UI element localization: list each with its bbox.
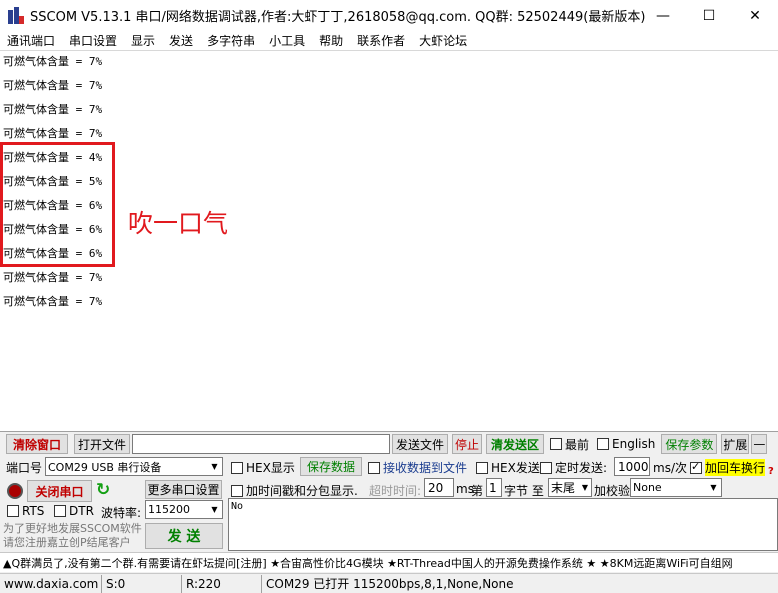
baud-label: 波特率: bbox=[101, 506, 142, 520]
save-data-button[interactable]: 保存数据 bbox=[300, 457, 362, 476]
highlight-box bbox=[0, 142, 115, 267]
main-toolbar: 清除窗口 打开文件 发送文件 停止 清发送区 最前 English 保存参数 扩… bbox=[0, 433, 778, 455]
annotation-label: 吹一口气 bbox=[128, 209, 229, 238]
chevron-down-icon: ▼ bbox=[211, 505, 218, 514]
recv-to-file-checkbox[interactable]: 接收数据到文件 bbox=[368, 459, 467, 476]
checkbox-icon bbox=[54, 505, 66, 517]
menu-bar: 通讯端口 串口设置 显示 发送 多字符串 小工具 帮助 联系作者 大虾论坛 bbox=[0, 31, 778, 51]
checksum-select[interactable]: None ▼ bbox=[630, 478, 722, 497]
topmost-checkbox[interactable]: 最前 bbox=[550, 436, 589, 453]
file-path-input[interactable] bbox=[132, 434, 390, 454]
send-file-button[interactable]: 发送文件 bbox=[392, 434, 448, 454]
save-params-button[interactable]: 保存参数 bbox=[661, 434, 718, 454]
port-select[interactable]: COM29 USB 串行设备 ▼ bbox=[45, 457, 223, 476]
received-count: R:220 bbox=[182, 574, 262, 593]
help-icon[interactable]: ? bbox=[768, 466, 774, 477]
port-label: 端口号 bbox=[6, 461, 43, 475]
menu-multi-string[interactable]: 多字符串 bbox=[200, 32, 262, 49]
checkbox-icon bbox=[476, 461, 488, 474]
promo-text[interactable]: 为了更好地发展SSCOM软件 请您注册嘉立创P结尾客户 bbox=[3, 522, 143, 550]
checkbox-icon bbox=[550, 438, 562, 450]
interval-input[interactable]: 1000 bbox=[614, 457, 650, 476]
baud-select[interactable]: 115200 ▼ bbox=[145, 500, 223, 519]
timestamp-checkbox[interactable]: 加时间戳和分包显示. bbox=[231, 482, 358, 499]
sscom-logo-icon bbox=[8, 6, 24, 25]
timed-send-checkbox[interactable]: 定时发送: bbox=[540, 459, 607, 476]
send-input[interactable]: No bbox=[228, 498, 778, 551]
close-port-button[interactable]: 关闭串口 bbox=[27, 480, 92, 502]
timeout-label: 超时时间: bbox=[369, 484, 422, 498]
timeout-input[interactable]: 20 bbox=[424, 478, 454, 497]
dtr-checkbox[interactable]: DTR bbox=[54, 504, 94, 518]
append-crlf-checkbox[interactable]: 加回车换行 bbox=[690, 459, 766, 476]
checkbox-icon bbox=[231, 461, 243, 474]
menu-daxia-forum[interactable]: 大虾论坛 bbox=[412, 32, 474, 49]
output-line: 可燃气体含量 = 7% bbox=[3, 295, 103, 308]
checkbox-checked-icon bbox=[690, 460, 702, 474]
status-bar: www.daxia.com S:0 R:220 COM29 已打开 115200… bbox=[0, 573, 778, 593]
byte-index-input[interactable]: 1 bbox=[486, 478, 502, 497]
menu-comm-port[interactable]: 通讯端口 bbox=[0, 32, 62, 49]
checkbox-icon bbox=[231, 484, 243, 497]
website-link[interactable]: www.daxia.com bbox=[0, 574, 102, 593]
checksum-label: 加校验 bbox=[594, 484, 631, 498]
open-file-button[interactable]: 打开文件 bbox=[74, 434, 130, 454]
interval-unit: ms/次 bbox=[653, 461, 687, 475]
output-line: 可燃气体含量 = 7% bbox=[3, 271, 103, 284]
window-title: SSCOM V5.13.1 串口/网络数据调试器,作者:大虾丁丁,2618058… bbox=[30, 10, 646, 25]
port-status-light-icon bbox=[7, 483, 23, 499]
byte-end-select[interactable]: 末尾 ▼ bbox=[548, 478, 592, 497]
clear-send-button[interactable]: 清发送区 bbox=[486, 434, 544, 454]
chevron-down-icon: ▼ bbox=[710, 483, 717, 492]
hex-display-checkbox[interactable]: HEX显示 bbox=[231, 459, 295, 476]
hex-send-checkbox[interactable]: HEX发送 bbox=[476, 459, 540, 476]
english-checkbox[interactable]: English bbox=[597, 437, 655, 451]
chevron-down-icon: ▼ bbox=[581, 483, 589, 492]
checkbox-icon bbox=[540, 461, 552, 474]
checkbox-icon bbox=[7, 505, 19, 517]
refresh-icon[interactable]: ↻ bbox=[96, 480, 110, 500]
output-line: 可燃气体含量 = 7% bbox=[3, 103, 103, 116]
checkbox-icon bbox=[368, 461, 380, 474]
chevron-down-icon: ▼ bbox=[211, 462, 218, 471]
menu-serial-settings[interactable]: 串口设置 bbox=[62, 32, 124, 49]
byte-to-label: 字节 至 bbox=[504, 484, 544, 498]
close-button[interactable]: ✕ bbox=[732, 0, 778, 31]
news-ticker[interactable]: ▲Q群满员了,没有第二个群.有需要请在虾坛提问[注册] ★合宙高性价比4G模块 … bbox=[0, 552, 778, 572]
menu-contact-author[interactable]: 联系作者 bbox=[350, 32, 412, 49]
output-line: 可燃气体含量 = 7% bbox=[3, 55, 103, 68]
byte-from-label: 第 bbox=[471, 484, 484, 498]
control-panel: 端口号 COM29 USB 串行设备 ▼ HEX显示 保存数据 接收数据到文件 … bbox=[0, 456, 778, 552]
port-status-text: COM29 已打开 115200bps,8,1,None,None bbox=[266, 577, 514, 591]
sent-count: S:0 bbox=[102, 574, 182, 593]
menu-tools[interactable]: 小工具 bbox=[262, 32, 312, 49]
menu-display[interactable]: 显示 bbox=[124, 32, 162, 49]
receive-output-area[interactable]: 可燃气体含量 = 7% 可燃气体含量 = 7% 可燃气体含量 = 7% 可燃气体… bbox=[0, 51, 778, 432]
output-line: 可燃气体含量 = 7% bbox=[3, 127, 103, 140]
menu-send[interactable]: 发送 bbox=[162, 32, 200, 49]
menu-help[interactable]: 帮助 bbox=[312, 32, 350, 49]
collapse-button[interactable]: — bbox=[751, 434, 768, 454]
checkbox-icon bbox=[597, 438, 610, 450]
more-settings-button[interactable]: 更多串口设置 bbox=[145, 480, 222, 499]
output-line: 可燃气体含量 = 7% bbox=[3, 79, 103, 92]
title-bar: SSCOM V5.13.1 串口/网络数据调试器,作者:大虾丁丁,2618058… bbox=[0, 0, 778, 31]
clear-window-button[interactable]: 清除窗口 bbox=[6, 434, 68, 454]
stop-button[interactable]: 停止 bbox=[452, 434, 482, 454]
send-button[interactable]: 发 送 bbox=[145, 523, 223, 549]
rts-checkbox[interactable]: RTS bbox=[7, 504, 44, 518]
maximize-button[interactable]: ☐ bbox=[686, 0, 732, 31]
minimize-button[interactable]: — bbox=[640, 0, 686, 31]
expand-button[interactable]: 扩展 bbox=[721, 434, 750, 454]
